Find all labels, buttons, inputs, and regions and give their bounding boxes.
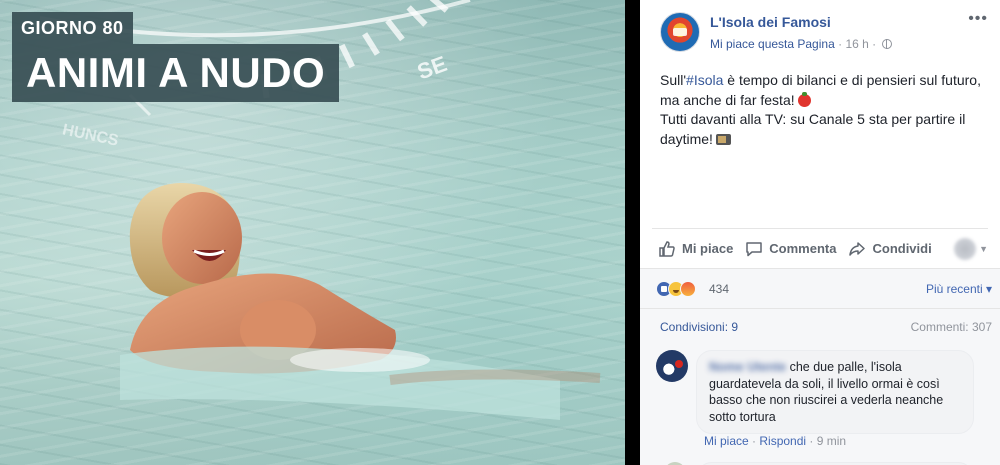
post-panel: L'Isola dei Famosi Mi piace questa Pagin…: [640, 0, 1000, 465]
post-meta: Mi piace questa Pagina · 16 h ·: [710, 37, 893, 51]
comment-sort-dropdown[interactable]: Più recenti ▾: [926, 282, 992, 296]
comment-timestamp[interactable]: 9 min: [817, 434, 846, 448]
page-avatar[interactable]: [660, 12, 700, 52]
chevron-down-icon[interactable]: ▼: [979, 244, 988, 254]
share-arrow-icon: [849, 241, 866, 256]
photo-title: ANIMI A NUDO: [12, 44, 340, 102]
comment-list: Nome Utente che due palle, l'isola guard…: [640, 344, 1000, 465]
reaction-count[interactable]: 434: [709, 282, 729, 296]
meta-separator: ·: [872, 37, 880, 51]
meta-separator: ·: [809, 434, 817, 448]
reactions-bar: 434 Più recenti ▾: [640, 268, 1000, 308]
share-as-avatar[interactable]: [954, 237, 977, 260]
comment-bubble: Nome Utente che due palle, l'isola guard…: [696, 350, 974, 434]
share-button-label: Condividi: [872, 241, 932, 256]
comment-button[interactable]: Commenta: [739, 240, 842, 258]
like-button[interactable]: Mi piace: [652, 240, 739, 258]
like-button-label: Mi piace: [682, 241, 734, 256]
hashtag-link[interactable]: #Isola: [686, 72, 723, 88]
comment-reply-link[interactable]: Rispondi: [759, 434, 806, 448]
post-actions: Mi piace Commenta Condividi ▼: [652, 228, 988, 268]
thumbs-up-icon: [659, 240, 675, 257]
globe-icon: [882, 39, 893, 49]
tv-emoji-icon: [715, 133, 731, 145]
stats-bar: Condivisioni: 9 Commenti: 307: [640, 308, 1000, 344]
comment-like-link[interactable]: Mi piace: [704, 434, 749, 448]
speech-bubble-icon: [746, 241, 763, 256]
post-text: Sull'#Isola è tempo di bilanci e di pens…: [660, 71, 990, 149]
day-label: GIORNO 80: [12, 12, 133, 44]
post-header: L'Isola dei Famosi Mi piace questa Pagin…: [660, 11, 988, 56]
tomato-emoji-icon: [797, 91, 811, 107]
commenter-name[interactable]: Nome Utente: [709, 359, 786, 376]
post-text-prefix: Sull': [660, 72, 687, 88]
post-text-line2: Tutti davanti alla TV: su Canale 5 sta p…: [660, 111, 966, 147]
reaction-icons[interactable]: [656, 281, 710, 297]
commenter-avatar[interactable]: [656, 350, 688, 382]
post-photo[interactable]: SE HUNCS GIORNO 80 ANIMI A NUDO: [0, 0, 625, 465]
like-page-link[interactable]: Mi piace questa Pagina: [710, 37, 835, 51]
angry-reaction-icon: [680, 281, 696, 297]
comments-count[interactable]: Commenti: 307: [911, 320, 992, 334]
comment-button-label: Commenta: [769, 241, 837, 256]
post-timestamp[interactable]: 16 h: [845, 37, 868, 51]
more-options-icon[interactable]: •••: [968, 11, 988, 27]
share-button[interactable]: Condividi: [842, 240, 937, 258]
comment-meta: Mi piace · Rispondi · 9 min: [704, 434, 846, 448]
shares-count[interactable]: Condivisioni: 9: [660, 320, 738, 334]
page-name-link[interactable]: L'Isola dei Famosi: [710, 14, 831, 30]
